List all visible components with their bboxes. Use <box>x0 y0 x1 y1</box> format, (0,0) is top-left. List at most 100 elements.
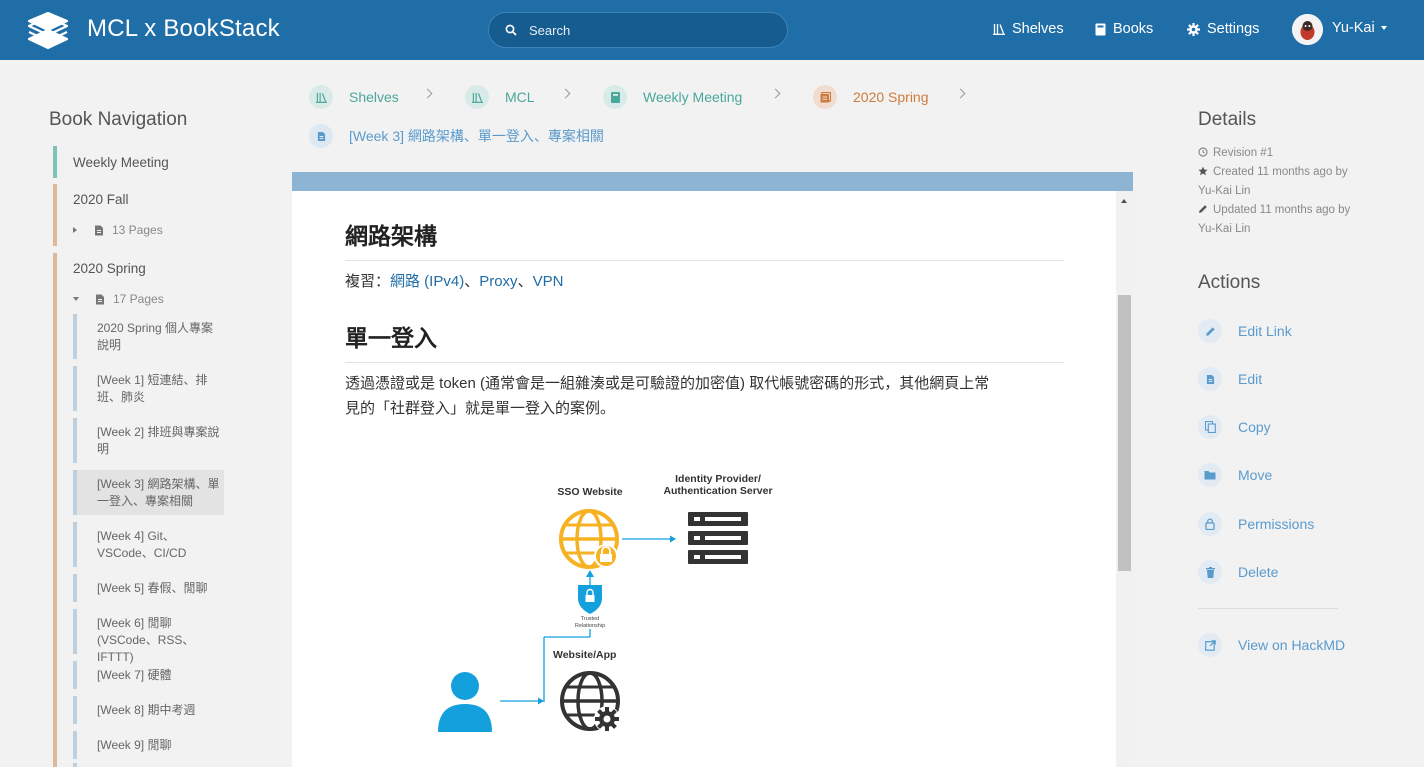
revision-label[interactable]: Revision #1 <box>1213 147 1273 159</box>
globe-lock-icon <box>559 509 619 569</box>
spring-pages-toggle[interactable]: 17 Pages <box>73 292 164 306</box>
breadcrumb-book[interactable]: Weekly Meeting <box>603 85 742 109</box>
breadcrumb-label: Weekly Meeting <box>643 89 743 105</box>
action-label: Edit <box>1238 371 1263 387</box>
page-link-line1: [Week 1] 短連結、排 <box>97 373 208 387</box>
chapter-bar-fall <box>53 184 57 246</box>
pencil-icon <box>1199 205 1207 213</box>
view-on-hackmd-action[interactable]: View on HackMD <box>1198 633 1345 657</box>
updated-label: Updated 11 months ago by <box>1213 204 1351 216</box>
external-link-icon <box>1198 633 1222 657</box>
page-link[interactable]: [Week 5] 春假、閒聊 <box>73 574 224 602</box>
breadcrumb-page[interactable]: [Week 3] 網路架構、單一登入、專案相關 <box>309 124 604 148</box>
created-label: Created 11 months ago by <box>1213 166 1348 178</box>
chapter-link-2020-fall[interactable]: 2020 Fall <box>73 192 129 207</box>
nav-books-link[interactable]: Books <box>1095 21 1153 37</box>
breadcrumb-separator-icon <box>955 88 966 99</box>
link-proxy[interactable]: Proxy <box>479 273 517 290</box>
user-avatar[interactable] <box>1292 14 1323 45</box>
chapter-icon <box>813 85 837 109</box>
page-link-line1: [Week 8] 期中考週 <box>97 703 196 717</box>
edit-link-action[interactable]: Edit Link <box>1198 319 1292 343</box>
updated-by[interactable]: Yu-Kai Lin <box>1198 220 1350 239</box>
permissions-action[interactable]: Permissions <box>1198 512 1314 536</box>
page-link[interactable]: [Week 1] 短連結、排 班、肺炎 <box>73 366 224 411</box>
details-title: Details <box>1198 109 1257 130</box>
content-top-bar <box>292 172 1133 191</box>
page-link-line2: VSCode、CI/CD <box>97 546 187 560</box>
page-link-line1: [Week 7] 硬體 <box>97 668 172 682</box>
page-link[interactable]: [Week 6] 閒聊 (VSCode、RSS、IFTTT) <box>73 609 224 664</box>
top-header: MCL x BookStack Search Shelves Books Set… <box>0 0 1424 60</box>
page-link[interactable]: [Week 7] 硬體 <box>73 661 224 689</box>
separator: 、 <box>517 273 533 290</box>
move-action[interactable]: Move <box>1198 463 1272 487</box>
page-icon <box>95 225 103 235</box>
nav-settings-link[interactable]: Settings <box>1187 21 1259 37</box>
page-link-line1: [Week 4] Git、 <box>97 529 175 543</box>
page-link[interactable]: [Week 4] Git、 VSCode、CI/CD <box>73 522 224 567</box>
user-dropdown-caret-icon[interactable] <box>1381 26 1387 30</box>
globe-gear-icon <box>560 671 620 732</box>
chapter-bar-spring <box>53 253 57 767</box>
book-icon <box>603 85 627 109</box>
page-link[interactable]: [Week 9] 閒聊 <box>73 731 224 759</box>
breadcrumb-chapter[interactable]: 2020 Spring <box>813 85 929 109</box>
book-navigation-title: Book Navigation <box>49 109 188 130</box>
breadcrumb-shelves[interactable]: Shelves <box>309 85 399 109</box>
page-link[interactable]: [Week 2] 排班與專案說 明 <box>73 418 224 463</box>
actions-title: Actions <box>1198 272 1261 293</box>
history-icon <box>1198 147 1208 157</box>
fall-pages-toggle[interactable]: 13 Pages <box>73 223 163 237</box>
breadcrumb-label: Shelves <box>349 89 399 105</box>
page-link-partial <box>73 763 224 767</box>
person-icon <box>438 672 492 732</box>
link-ipv4[interactable]: 網路 (IPv4) <box>390 273 464 290</box>
sso-paragraph: 透過憑證或是 token (通常會是一組雜湊或是可驗證的加密值) 取代帳號密碼的… <box>345 371 1064 421</box>
edit-action[interactable]: Edit <box>1198 367 1262 391</box>
search-icon[interactable] <box>505 24 517 36</box>
heading-sso: 單一登入 <box>345 319 1064 363</box>
page-link-line1: [Week 2] 排班與專案說 <box>97 425 220 439</box>
spring-pages-count: 17 Pages <box>113 292 164 306</box>
shelf-icon <box>465 85 489 109</box>
action-label: Permissions <box>1238 516 1315 532</box>
scrollbar-thumb[interactable] <box>1118 295 1131 571</box>
book-link-weekly-meeting[interactable]: Weekly Meeting <box>73 155 169 170</box>
bookstack-logo-icon[interactable] <box>26 12 70 50</box>
shield-lock-icon <box>578 585 602 614</box>
search-input[interactable]: Search <box>488 12 788 48</box>
copy-icon <box>1198 415 1222 439</box>
page-link[interactable]: [Week 8] 期中考週 <box>73 696 224 724</box>
search-placeholder: Search <box>529 23 571 38</box>
breadcrumb-shelf-mcl[interactable]: MCL <box>465 85 535 109</box>
page-link-line1: [Week 6] 閒聊 <box>97 616 172 630</box>
user-name[interactable]: Yu-Kai <box>1332 20 1375 36</box>
books-icon <box>1095 23 1106 35</box>
delete-action[interactable]: Delete <box>1198 560 1278 584</box>
breadcrumb-label: 2020 Spring <box>853 89 929 105</box>
page-link-active[interactable]: [Week 3] 網路架構、單 一登入、專案相關 <box>73 470 224 515</box>
server-icon <box>688 512 748 564</box>
created-row: Created 11 months ago by <box>1198 163 1350 182</box>
trash-icon <box>1198 560 1222 584</box>
chapter-bar-weekly <box>53 146 57 178</box>
copy-action[interactable]: Copy <box>1198 415 1271 439</box>
caret-down-icon <box>73 297 79 301</box>
page-link-line2: 說明 <box>97 338 122 352</box>
created-by[interactable]: Yu-Kai Lin <box>1198 182 1350 201</box>
app-title[interactable]: MCL x BookStack <box>87 15 280 43</box>
revision-info: Revision #1 Created 11 months ago by Yu-… <box>1198 144 1350 239</box>
link-vpn[interactable]: VPN <box>533 273 564 290</box>
sso-diagram: SSO Website Identity Provider/ Authentic… <box>438 473 773 732</box>
page-icon <box>96 294 104 304</box>
star-icon <box>1198 166 1208 176</box>
caret-right-icon <box>73 227 77 233</box>
nav-books-label: Books <box>1113 21 1154 37</box>
nav-shelves-link[interactable]: Shelves <box>993 21 1064 37</box>
folder-icon <box>1198 463 1222 487</box>
page-link[interactable]: 2020 Spring 個人專案 說明 <box>73 314 224 359</box>
scroll-up-arrow-icon[interactable] <box>1121 199 1127 203</box>
chapter-link-2020-spring[interactable]: 2020 Spring <box>73 261 146 276</box>
trusted-label-line2: Relationship <box>575 623 605 629</box>
